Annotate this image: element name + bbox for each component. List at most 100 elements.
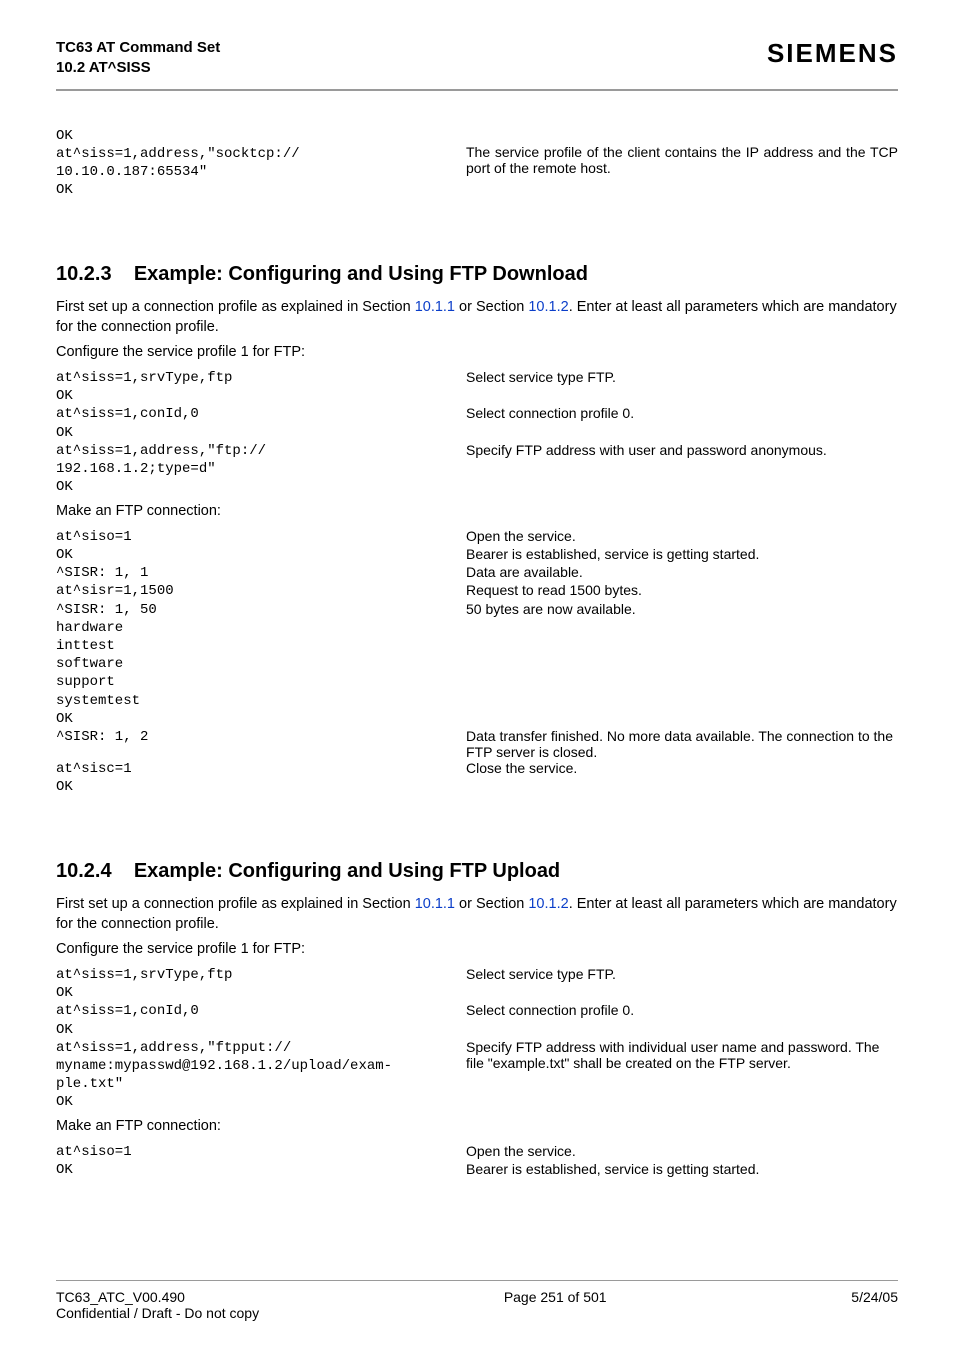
page-footer: TC63_ATC_V00.490 Confidential / Draft - …: [56, 1280, 898, 1321]
footer-version: TC63_ATC_V00.490: [56, 1289, 259, 1305]
code-cell: at^siso=1: [56, 1143, 456, 1161]
footer-left: TC63_ATC_V00.490 Confidential / Draft - …: [56, 1289, 259, 1321]
link-1011a[interactable]: 10.1.1: [415, 299, 455, 315]
table-row: OK: [56, 387, 898, 405]
section-1023-para1: First set up a connection profile as exp…: [56, 298, 898, 337]
code-cell: OK: [56, 478, 456, 496]
section-1024-title: Example: Configuring and Using FTP Uploa…: [134, 860, 560, 882]
table-row: ^SISR: 1, 2Data transfer finished. No mo…: [56, 728, 898, 760]
link-1011b[interactable]: 10.1.1: [415, 896, 455, 912]
code-cell: OK: [56, 1021, 456, 1039]
code-cell: at^siss=1,srvType,ftp: [56, 369, 456, 387]
section-1024-heading: 10.2.4 Example: Configuring and Using FT…: [56, 860, 898, 883]
section-1023-title: Example: Configuring and Using FTP Downl…: [134, 263, 588, 285]
code-cell: ^SISR: 1, 1: [56, 564, 456, 582]
code-cell: OK: [56, 424, 456, 442]
desc-cell: Request to read 1500 bytes.: [466, 582, 898, 598]
code-cell: ^SISR: 1, 50: [56, 601, 456, 619]
table-row: OKBearer is established, service is gett…: [56, 1161, 898, 1179]
code-cell: OK: [56, 984, 456, 1002]
table-row: inttest: [56, 637, 898, 655]
section-1024-para2: Configure the service profile 1 for FTP:: [56, 940, 898, 960]
desc-cell: Bearer is established, service is gettin…: [466, 1161, 898, 1177]
code-cell: inttest: [56, 637, 456, 655]
table-row: at^siss=1,conId,0 Select connection profi…: [56, 1002, 898, 1020]
table-row: OK: [56, 778, 898, 796]
link-1012b[interactable]: 10.1.2: [528, 896, 568, 912]
section-1024-para3: Make an FTP connection:: [56, 1117, 898, 1137]
table-row: at^siso=1Open the service.: [56, 528, 898, 546]
section-1024-number: 10.2.4: [56, 860, 112, 882]
table-row: at^siss=1,srvType,ftp Select service type…: [56, 966, 898, 984]
table-row: OK Bearer is established, service is gett…: [56, 546, 898, 564]
table-row: at^siss=1,address,"ftpput:// myname:mypa…: [56, 1039, 898, 1094]
page-header: TC63 AT Command Set 10.2 AT^SISS SIEMENS: [56, 38, 898, 91]
code-cell: at^siss=1,address,"ftp:// 192.168.1.2;ty…: [56, 442, 456, 478]
desc-cell: 50 bytes are now available.: [466, 601, 898, 617]
code-cell: support: [56, 673, 456, 691]
table-row: OK: [56, 478, 898, 496]
section-1023-config-table: at^siss=1,srvType,ftp Select service type…: [56, 369, 898, 496]
table-row: at^siss=1,conId,0 Select connection profi…: [56, 405, 898, 423]
table-row: OK: [56, 424, 898, 442]
section-1023-heading: 10.2.3 Example: Configuring and Using FT…: [56, 263, 898, 286]
footer-page: Page 251 of 501: [259, 1289, 851, 1321]
code-cell: at^siss=1,srvType,ftp: [56, 966, 456, 984]
desc-cell: Open the service.: [466, 1143, 898, 1159]
table-row: at^sisc=1 Close the service.: [56, 760, 898, 778]
code-cell: OK: [56, 546, 456, 564]
code-cell: at^siss=1,conId,0: [56, 1002, 456, 1020]
code-cell: hardware: [56, 619, 456, 637]
desc-cell: Select connection profile 0.: [466, 1002, 898, 1018]
desc-cell: Select service type FTP.: [466, 369, 898, 385]
section-1024-para1: First set up a connection profile as exp…: [56, 895, 898, 934]
header-title: TC63 AT Command Set 10.2 AT^SISS: [56, 38, 220, 79]
desc-cell: Data are available.: [466, 564, 898, 580]
desc-cell: Close the service.: [466, 760, 898, 776]
code-cell: OK: [56, 778, 456, 796]
footer-confidential: Confidential / Draft - Do not copy: [56, 1305, 259, 1321]
table-row: ^SISR: 1, 50 50 bytes are now available.: [56, 601, 898, 619]
code-cell: at^siss=1,address,"ftpput:// myname:mypa…: [56, 1039, 456, 1094]
desc-cell: Data transfer finished. No more data ava…: [466, 728, 898, 760]
code-cell: OK: [56, 387, 456, 405]
code-cell: at^siso=1: [56, 528, 456, 546]
code-cell: at^sisr=1,1500: [56, 582, 456, 600]
intro-code: OK at^siss=1,address,"socktcp:// 10.10.0…: [56, 127, 456, 200]
intro-block: OK at^siss=1,address,"socktcp:// 10.10.0…: [56, 127, 898, 200]
table-row: OK: [56, 984, 898, 1002]
section-1023-connect-table: at^siso=1Open the service.OKBearer is es…: [56, 528, 898, 796]
link-1012a[interactable]: 10.1.2: [528, 299, 568, 315]
table-row: at^siso=1 Open the service.: [56, 1143, 898, 1161]
code-cell: at^sisc=1: [56, 760, 456, 778]
section-1023-number: 10.2.3: [56, 263, 112, 285]
code-cell: at^siss=1,conId,0: [56, 405, 456, 423]
desc-cell: Select connection profile 0.: [466, 405, 898, 421]
desc-cell: Bearer is established, service is gettin…: [466, 546, 898, 562]
header-title-line1: TC63 AT Command Set: [56, 38, 220, 58]
table-row: ^SISR: 1, 1 Data are available.: [56, 564, 898, 582]
desc-cell: Specify FTP address with individual user…: [466, 1039, 898, 1071]
table-row: at^siss=1,srvType,ftp Select service type…: [56, 369, 898, 387]
table-row: hardware: [56, 619, 898, 637]
table-row: at^siss=1,address,"ftp:// 192.168.1.2;ty…: [56, 442, 898, 478]
siemens-logo: SIEMENS: [767, 38, 898, 69]
table-row: OK: [56, 1093, 898, 1111]
desc-cell: Select service type FTP.: [466, 966, 898, 982]
table-row: support: [56, 673, 898, 691]
section-1023-para2: Configure the service profile 1 for FTP:: [56, 343, 898, 363]
code-cell: OK: [56, 710, 456, 728]
intro-desc: The service profile of the client contai…: [466, 127, 898, 176]
header-title-line2: 10.2 AT^SISS: [56, 58, 220, 78]
section-1023-para3: Make an FTP connection:: [56, 502, 898, 522]
desc-cell: Specify FTP address with user and passwo…: [466, 442, 898, 458]
code-cell: software: [56, 655, 456, 673]
footer-date: 5/24/05: [851, 1289, 898, 1321]
section-1024-connect-table: at^siso=1 Open the service. OKBearer is es…: [56, 1143, 898, 1179]
table-row: software: [56, 655, 898, 673]
table-row: OK: [56, 1021, 898, 1039]
table-row: OK: [56, 710, 898, 728]
code-cell: OK: [56, 1093, 456, 1111]
table-row: at^sisr=1,1500 Request to read 1500 bytes…: [56, 582, 898, 600]
table-row: systemtest: [56, 692, 898, 710]
